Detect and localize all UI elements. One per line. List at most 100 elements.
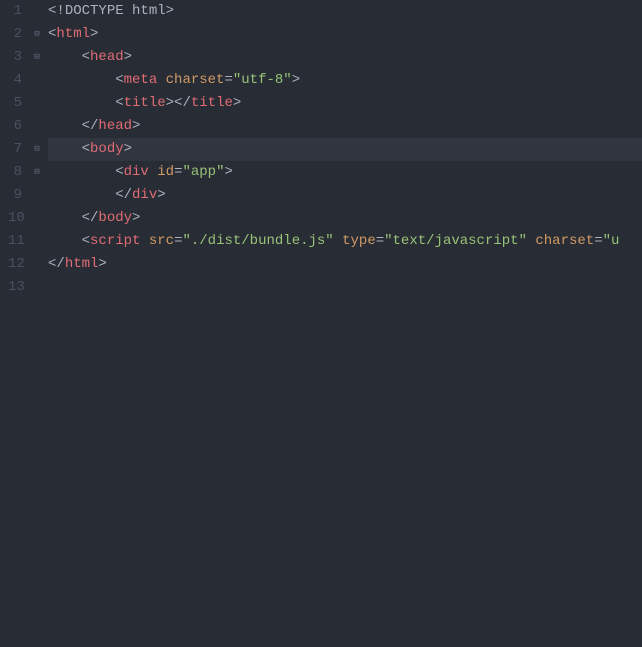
line-number: 5	[8, 92, 22, 115]
code-token: head	[90, 49, 124, 65]
code-token	[48, 95, 115, 111]
fold-toggle-icon[interactable]	[30, 138, 44, 161]
code-token: type	[342, 233, 376, 249]
code-token	[48, 187, 115, 203]
code-token: >	[98, 256, 106, 272]
code-token: <	[115, 95, 123, 111]
code-line[interactable]: <title></title>	[48, 92, 642, 115]
code-line[interactable]: <head>	[48, 46, 642, 69]
fold-marker	[30, 184, 44, 207]
code-line[interactable]: </head>	[48, 115, 642, 138]
code-token: </	[48, 256, 65, 272]
code-token: head	[98, 118, 132, 134]
code-token	[149, 164, 157, 180]
code-line[interactable]: <!DOCTYPE html>	[48, 0, 642, 23]
code-token: </	[82, 210, 99, 226]
code-token: <	[115, 72, 123, 88]
code-content[interactable]: <!DOCTYPE html> <html> <head> <meta char…	[44, 0, 642, 647]
code-line[interactable]: </div>	[48, 184, 642, 207]
line-number-gutter: 1 2 3 4 5 6 7 8 9 10 11 12 13	[0, 0, 30, 647]
line-number: 10	[8, 207, 22, 230]
fold-marker	[30, 230, 44, 253]
line-number: 12	[8, 253, 22, 276]
code-token: text/javascript	[393, 233, 519, 249]
code-token: "	[603, 233, 611, 249]
code-token: <	[82, 141, 90, 157]
code-line[interactable]: </html>	[48, 253, 642, 276]
code-token: id	[157, 164, 174, 180]
code-line-highlighted[interactable]: <body>	[48, 138, 642, 161]
code-token: title	[191, 95, 233, 111]
code-token: "	[325, 233, 333, 249]
code-token: u	[611, 233, 619, 249]
code-token: body	[98, 210, 132, 226]
code-token: >	[124, 141, 132, 157]
line-number: 11	[8, 230, 22, 253]
fold-marker	[30, 276, 44, 299]
code-token: >	[166, 3, 174, 19]
code-token	[334, 233, 342, 249]
code-token: =	[594, 233, 602, 249]
code-token: DOCTYPE	[65, 3, 124, 19]
fold-toggle-icon[interactable]	[30, 46, 44, 69]
code-token: html	[56, 26, 90, 42]
code-token	[48, 233, 82, 249]
code-token: =	[224, 72, 232, 88]
code-token: html	[65, 256, 99, 272]
code-token: <!	[48, 3, 65, 19]
code-token: >	[233, 95, 241, 111]
code-line[interactable]: <html>	[48, 23, 642, 46]
fold-marker	[30, 0, 44, 23]
code-token: >	[124, 49, 132, 65]
line-number: 7	[8, 138, 22, 161]
code-token: div	[132, 187, 157, 203]
code-token	[48, 72, 115, 88]
code-token: title	[124, 95, 166, 111]
line-number: 13	[8, 276, 22, 299]
code-token: >	[90, 26, 98, 42]
code-token: body	[90, 141, 124, 157]
code-token: "	[519, 233, 527, 249]
fold-toggle-icon[interactable]	[30, 161, 44, 184]
code-line[interactable]: <meta charset="utf-8">	[48, 69, 642, 92]
line-number: 3	[8, 46, 22, 69]
code-token: charset	[535, 233, 594, 249]
code-token	[48, 118, 82, 134]
code-token: charset	[166, 72, 225, 88]
code-token: >	[132, 118, 140, 134]
line-number: 1	[8, 0, 22, 23]
code-token: html	[132, 3, 166, 19]
fold-marker	[30, 253, 44, 276]
code-token: <	[115, 164, 123, 180]
code-token	[124, 3, 132, 19]
code-token: "	[283, 72, 291, 88]
code-line[interactable]: </body>	[48, 207, 642, 230]
code-token	[48, 210, 82, 226]
line-number: 8	[8, 161, 22, 184]
fold-marker	[30, 92, 44, 115]
code-line[interactable]: <script src="./dist/bundle.js" type="tex…	[48, 230, 642, 253]
code-token: </	[82, 118, 99, 134]
code-token: >	[157, 187, 165, 203]
code-token	[157, 72, 165, 88]
code-token: script	[90, 233, 140, 249]
line-number: 9	[8, 184, 22, 207]
code-token: >	[292, 72, 300, 88]
code-token: >	[225, 164, 233, 180]
fold-toggle-icon[interactable]	[30, 23, 44, 46]
code-token: app	[191, 164, 216, 180]
code-token: </	[174, 95, 191, 111]
code-token: meta	[124, 72, 158, 88]
code-line[interactable]: <div id="app">	[48, 161, 642, 184]
line-number: 2	[8, 23, 22, 46]
code-token: src	[149, 233, 174, 249]
code-line[interactable]	[48, 276, 642, 299]
code-token: >	[166, 95, 174, 111]
code-token: >	[132, 210, 140, 226]
code-editor[interactable]: 1 2 3 4 5 6 7 8 9 10 11 12 13 <!DOCTYPE …	[0, 0, 642, 647]
code-token: ./dist/bundle.js	[191, 233, 325, 249]
code-token: "	[182, 233, 190, 249]
code-token: "	[233, 72, 241, 88]
code-token	[48, 164, 115, 180]
fold-marker	[30, 207, 44, 230]
